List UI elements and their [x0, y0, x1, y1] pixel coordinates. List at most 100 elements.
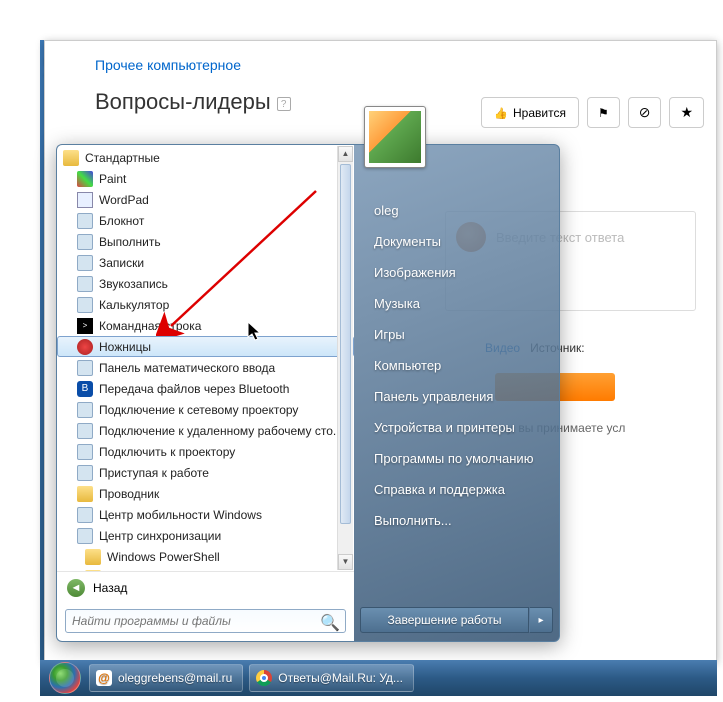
- taskbar-item-1[interactable]: Ответы@Mail.Ru: Уд...: [249, 664, 414, 692]
- generic-icon: [77, 465, 93, 481]
- program-label: Передача файлов через Bluetooth: [99, 382, 289, 396]
- program-item-3[interactable]: Выполнить: [57, 231, 354, 252]
- star-button[interactable]: [669, 97, 704, 128]
- program-label: Выполнить: [99, 235, 161, 249]
- right-pane-item-6[interactable]: Панель управления: [360, 381, 553, 412]
- shutdown-options-button[interactable]: ▸: [529, 607, 553, 633]
- at-icon: @: [96, 670, 112, 686]
- program-label: Проводник: [99, 487, 159, 501]
- block-button[interactable]: [628, 97, 662, 128]
- right-pane-item-2[interactable]: Изображения: [360, 257, 553, 288]
- back-arrow-icon: ◄: [67, 579, 85, 597]
- program-label: Paint: [99, 172, 126, 186]
- program-item-4[interactable]: Записки: [57, 252, 354, 273]
- bt-icon: B: [77, 381, 93, 397]
- scroll-up-button[interactable]: ▲: [338, 146, 353, 162]
- windows-orb-icon: [49, 662, 81, 694]
- program-item-9[interactable]: Панель математического ввода: [57, 357, 354, 378]
- program-label: Командная строка: [99, 319, 201, 333]
- right-pane-item-8[interactable]: Программы по умолчанию: [360, 443, 553, 474]
- user-avatar-icon: [369, 111, 421, 163]
- program-item-10[interactable]: B Передача файлов через Bluetooth: [57, 378, 354, 399]
- program-label: Приступая к работе: [99, 466, 209, 480]
- generic-icon: [77, 402, 93, 418]
- program-item-16[interactable]: Центр мобильности Windows: [57, 504, 354, 525]
- snip-icon: [77, 339, 93, 355]
- start-menu-left-pane: Стандартные Paint WordPad Блокнот Выполнить…: [56, 144, 354, 642]
- thumbs-up-icon: [494, 106, 508, 120]
- scrollbar[interactable]: ▲ ▼: [337, 146, 353, 570]
- generic-icon: [77, 213, 93, 229]
- block-icon: [639, 104, 651, 121]
- right-pane-item-9[interactable]: Справка и поддержка: [360, 474, 553, 505]
- generic-icon: [77, 444, 93, 460]
- generic-icon: [77, 423, 93, 439]
- right-pane-item-5[interactable]: Компьютер: [360, 350, 553, 381]
- right-pane-item-1[interactable]: Документы: [360, 226, 553, 257]
- breadcrumb-link[interactable]: Прочее компьютерное: [95, 57, 696, 73]
- right-pane-item-4[interactable]: Игры: [360, 319, 553, 350]
- scroll-down-button[interactable]: ▼: [338, 554, 353, 570]
- wordpad-icon: [77, 192, 93, 208]
- help-icon[interactable]: ?: [277, 97, 291, 111]
- program-label: Центр синхронизации: [99, 529, 221, 543]
- program-label: Записки: [99, 256, 144, 270]
- scroll-thumb[interactable]: [340, 164, 351, 524]
- back-button[interactable]: ◄ Назад: [57, 571, 354, 603]
- right-pane-item-0[interactable]: oleg: [360, 195, 553, 226]
- program-item-11[interactable]: Подключение к сетевому проектору: [57, 399, 354, 420]
- program-item-2[interactable]: Блокнот: [57, 210, 354, 231]
- explorer-icon: [77, 486, 93, 502]
- program-label: Панель математического ввода: [99, 361, 275, 375]
- right-pane-item-10[interactable]: Выполнить...: [360, 505, 553, 536]
- taskbar-item-label: oleggrebens@mail.ru: [118, 671, 232, 685]
- program-item-18[interactable]: Windows PowerShell: [57, 546, 354, 567]
- program-item-14[interactable]: Приступая к работе: [57, 462, 354, 483]
- program-label: Центр мобильности Windows: [99, 508, 262, 522]
- user-avatar-frame[interactable]: [364, 106, 426, 168]
- search-icon[interactable]: 🔍: [320, 613, 340, 633]
- program-label: WordPad: [99, 193, 149, 207]
- program-item-15[interactable]: Проводник: [57, 483, 354, 504]
- like-button[interactable]: Нравится: [481, 97, 579, 128]
- right-pane-item-3[interactable]: Музыка: [360, 288, 553, 319]
- bookmark-button[interactable]: [587, 97, 620, 128]
- folder-icon: [85, 549, 101, 565]
- program-item-12[interactable]: Подключение к удаленному рабочему сто...: [57, 420, 354, 441]
- program-label: Подключить к проектору: [99, 445, 235, 459]
- folder-icon: [63, 150, 79, 166]
- paint-icon: [77, 171, 93, 187]
- generic-icon: [77, 507, 93, 523]
- right-pane-item-7[interactable]: Устройства и принтеры: [360, 412, 553, 443]
- folder-header-standard[interactable]: Стандартные: [57, 147, 354, 168]
- start-menu-right-pane: olegДокументыИзображенияМузыкаИгрыКомпью…: [354, 144, 560, 642]
- program-label: Блокнот: [99, 214, 144, 228]
- chrome-icon: [256, 670, 272, 686]
- program-label: Ножницы: [99, 340, 151, 354]
- program-item-1[interactable]: WordPad: [57, 189, 354, 210]
- taskbar-item-0[interactable]: @ oleggrebens@mail.ru: [89, 664, 243, 692]
- program-item-19[interactable]: Планшетный ПК: [57, 567, 354, 571]
- program-label: Калькулятор: [99, 298, 169, 312]
- flag-icon: [598, 106, 609, 120]
- programs-list[interactable]: Стандартные Paint WordPad Блокнот Выполнить…: [57, 145, 354, 571]
- program-label: Windows PowerShell: [107, 550, 220, 564]
- program-item-8[interactable]: Ножницы: [57, 336, 354, 357]
- generic-icon: [77, 276, 93, 292]
- program-item-5[interactable]: Звукозапись: [57, 273, 354, 294]
- folder-icon: [85, 570, 101, 572]
- program-item-17[interactable]: Центр синхронизации: [57, 525, 354, 546]
- star-icon: [680, 104, 693, 121]
- start-menu: Стандартные Paint WordPad Блокнот Выполнить…: [56, 144, 560, 642]
- program-label: Звукозапись: [99, 277, 168, 291]
- start-button[interactable]: [44, 660, 86, 696]
- program-label: Планшетный ПК: [107, 571, 198, 572]
- program-item-7[interactable]: >Командная строка: [57, 315, 354, 336]
- program-label: Подключение к удаленному рабочему сто...: [99, 424, 343, 438]
- search-input[interactable]: [65, 609, 346, 633]
- taskbar: @ oleggrebens@mail.ru Ответы@Mail.Ru: Уд..…: [40, 660, 717, 696]
- shutdown-button[interactable]: Завершение работы: [360, 607, 529, 633]
- program-item-6[interactable]: Калькулятор: [57, 294, 354, 315]
- program-item-0[interactable]: Paint: [57, 168, 354, 189]
- program-item-13[interactable]: Подключить к проектору: [57, 441, 354, 462]
